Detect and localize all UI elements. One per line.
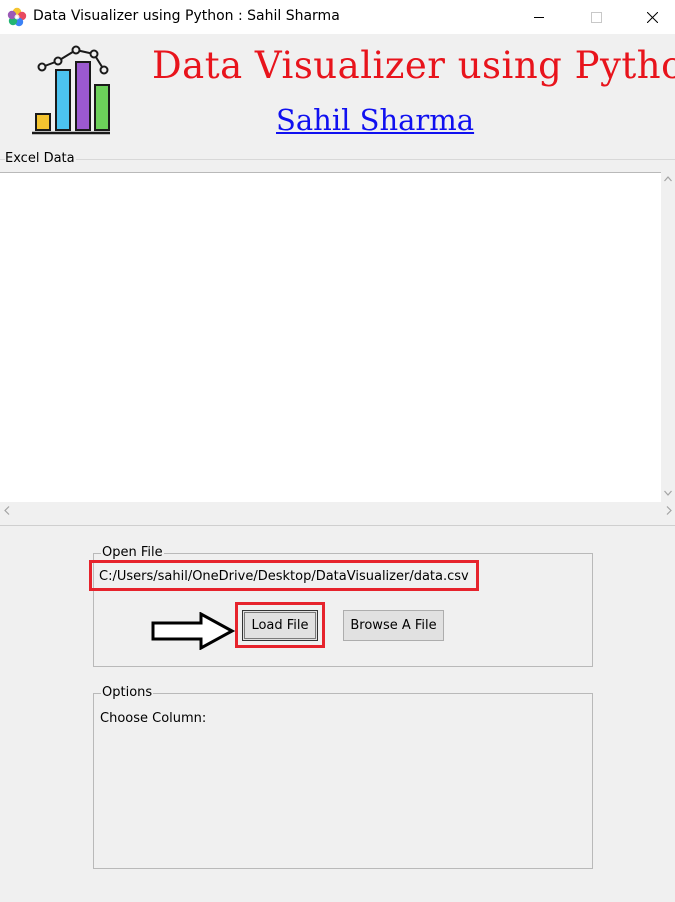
bar-chart-logo-icon [32,45,110,135]
horizontal-scrollbar[interactable] [0,502,675,520]
file-path-highlight-box [89,560,479,591]
window-title: Data Visualizer using Python : Sahil Sha… [33,8,340,24]
load-file-highlight-box [235,602,325,648]
vertical-scrollbar[interactable] [661,172,675,501]
minimize-button[interactable] [516,0,562,34]
author-link[interactable]: Sahil Sharma [276,103,474,137]
app-flower-icon [7,7,27,27]
minimize-icon [534,17,544,18]
scroll-right-icon[interactable] [666,506,672,515]
scroll-left-icon[interactable] [4,506,10,515]
close-button[interactable] [629,0,675,34]
scroll-up-icon[interactable] [664,176,672,182]
choose-column-label: Choose Column: [100,711,207,726]
close-icon [647,12,658,23]
scroll-down-icon[interactable] [664,490,672,496]
maximize-button[interactable] [573,0,619,34]
app-heading: Data Visualizer using Python [152,44,675,87]
excel-data-label: Excel Data [5,151,76,166]
options-label: Options [101,685,154,700]
maximize-icon [591,12,602,23]
right-pointing-arrow-icon [151,612,235,650]
title-bar: Data Visualizer using Python : Sahil Sha… [0,0,675,34]
open-file-label: Open File [101,545,164,560]
excel-data-table[interactable] [0,172,661,502]
browse-file-button[interactable]: Browse A File [343,610,444,641]
